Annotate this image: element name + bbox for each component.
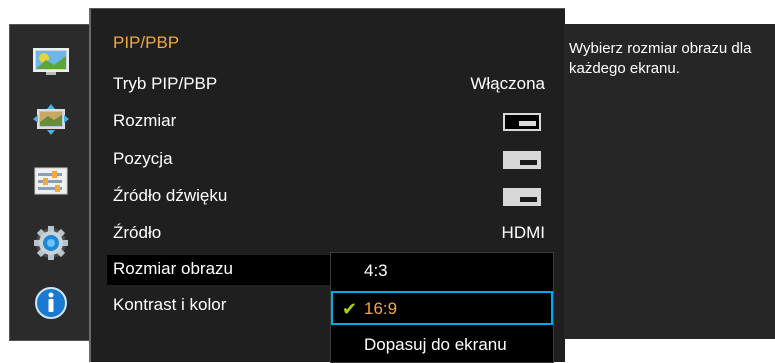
gear-icon[interactable] [32, 225, 70, 260]
pip-position-icon [503, 151, 541, 169]
menu-item-contrast-color[interactable]: Kontrast i kolor [107, 291, 334, 321]
menu-item-label: Źródło dźwięku [113, 186, 228, 205]
menu-item-position[interactable]: Pozycja [107, 145, 557, 175]
menu-item-label: Pozycja [113, 149, 173, 168]
option-4-3[interactable]: 4:3 [331, 253, 553, 287]
option-label: 4:3 [364, 261, 388, 280]
menu-item-pip-mode[interactable]: Tryb PIP/PBP Włączona [107, 70, 557, 100]
menu-item-value: Włączona [470, 74, 545, 93]
picture-size-dropdown: 4:3 ✔ 16:9 Dopasuj do ekranu [330, 252, 554, 363]
info-icon[interactable] [32, 285, 70, 319]
option-fit-screen[interactable]: Dopasuj do ekranu [331, 327, 553, 361]
menu-item-label: Źródło [113, 223, 162, 242]
menu-item-size[interactable]: Rozmiar [107, 107, 557, 137]
category-sidebar [9, 24, 90, 341]
menu-item-label: Rozmiar obrazu [113, 259, 233, 278]
option-label: 16:9 [364, 299, 398, 318]
sound-source-icon [503, 188, 541, 206]
option-label: Dopasuj do ekranu [364, 335, 507, 354]
help-text: Wybierz rozmiar obrazu dla każdego ekran… [569, 40, 752, 77]
checkmark-icon: ✔ [342, 299, 358, 319]
menu-item-picture-size[interactable]: Rozmiar obrazu [107, 255, 334, 285]
menu-item-label: Tryb PIP/PBP [113, 74, 218, 93]
menu-title: PIP/PBP [113, 33, 180, 52]
menu-item-sound-source[interactable]: Źródło dźwięku [107, 182, 557, 212]
picture-icon[interactable] [32, 46, 70, 78]
menu-item-label: Kontrast i kolor [113, 295, 227, 314]
menu-item-source[interactable]: Źródło HDMI [107, 219, 557, 249]
pip-size-icon [503, 113, 541, 131]
help-panel: Wybierz rozmiar obrazu dla każdego ekran… [564, 24, 775, 339]
menu-item-value: HDMI [501, 223, 545, 242]
menu-item-label: Rozmiar [113, 111, 177, 130]
option-16-9[interactable]: ✔ 16:9 [331, 291, 553, 325]
settings-list-icon[interactable] [32, 165, 70, 197]
screen-size-icon[interactable] [32, 104, 70, 136]
